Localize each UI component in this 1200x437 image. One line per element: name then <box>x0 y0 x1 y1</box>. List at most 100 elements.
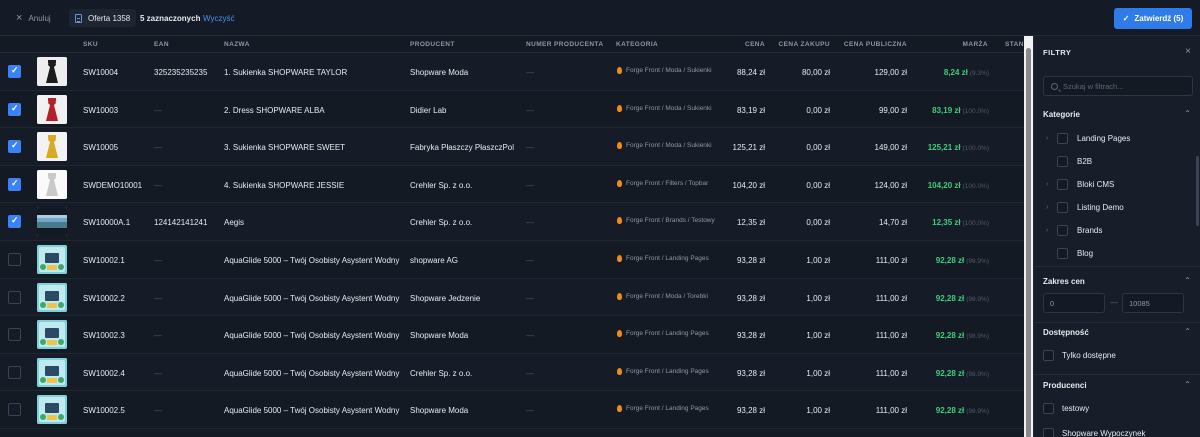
checkbox[interactable] <box>1057 178 1068 190</box>
header-producer-number[interactable]: NUMER PRODUCENTA <box>526 41 603 48</box>
filter-search-input[interactable]: Szukaj w filtrach... <box>1043 76 1193 96</box>
cell-name[interactable]: AquaGlide 5000 – Twój Osobisty Asystent … <box>224 294 399 303</box>
availability-title[interactable]: Dostępność <box>1043 328 1089 337</box>
cell-name[interactable]: AquaGlide 5000 – Twój Osobisty Asystent … <box>224 256 399 265</box>
clear-selection-link[interactable]: Wyczyść <box>203 14 234 23</box>
checkbox[interactable] <box>1057 224 1068 236</box>
categories-title[interactable]: Kategorie <box>1043 110 1080 119</box>
cell-name[interactable]: 1. Sukienka SHOPWARE TAYLOR <box>224 68 347 77</box>
flame-icon <box>617 142 622 150</box>
range-separator: — <box>1110 298 1118 307</box>
producers-title[interactable]: Producenci <box>1043 381 1087 390</box>
checkbox[interactable] <box>1043 403 1054 414</box>
category-path: Forge Front / Landing Pages <box>626 367 709 375</box>
cell-name[interactable]: AquaGlide 5000 – Twój Osobisty Asystent … <box>224 369 399 378</box>
close-filters-icon[interactable]: × <box>1185 46 1191 57</box>
category-path: Forge Front / Moda / Sukienki <box>626 142 712 150</box>
table-row[interactable]: SW10003 — 2. Dress SHOPWARE ALBA Didier … <box>0 90 1024 129</box>
row-checkbox[interactable] <box>8 65 21 78</box>
top-bar: × Anuluj Oferta 1358 5 zaznaczonych Wycz… <box>0 0 1200 36</box>
table-scrollbar[interactable] <box>1024 36 1033 437</box>
row-checkbox[interactable] <box>8 102 21 116</box>
row-checkbox[interactable] <box>8 252 21 266</box>
header-category[interactable]: KATEGORIA <box>616 41 658 48</box>
category-filter-item[interactable]: B2B <box>1046 155 1092 167</box>
producer-option[interactable]: testowy <box>1043 403 1089 414</box>
scrollbar-thumb[interactable] <box>1196 156 1199 226</box>
table-row[interactable]: SW10002.1 — AquaGlide 5000 – Twój Osobis… <box>0 240 1024 279</box>
chevron-up-icon[interactable]: ⌃ <box>1184 327 1191 336</box>
checkbox[interactable] <box>1057 247 1068 259</box>
table-row[interactable]: SW10002.3 — AquaGlide 5000 – Twój Osobis… <box>0 316 1024 354</box>
row-checkbox[interactable] <box>8 290 21 304</box>
close-icon: × <box>16 11 23 24</box>
scrollbar-thumb[interactable] <box>1026 48 1031 437</box>
price-range-title[interactable]: Zakres cen <box>1043 277 1085 286</box>
header-margin[interactable]: MARŻA <box>963 41 988 48</box>
margin-percent: (100.0%) <box>962 182 989 190</box>
table-row[interactable]: SW10002.5 — AquaGlide 5000 – Twój Osobis… <box>0 391 1024 429</box>
checkbox[interactable] <box>1057 155 1068 167</box>
header-public-price[interactable]: CENA PUBLICZNA <box>844 41 907 48</box>
row-checkbox[interactable] <box>8 403 21 417</box>
price-min-input[interactable]: 0 <box>1043 293 1105 313</box>
cell-name[interactable]: 3. Sukienka SHOPWARE SWEET <box>224 143 345 152</box>
cell-name[interactable]: 2. Dress SHOPWARE ALBA <box>224 106 325 115</box>
availability-option-label: Tylko dostępne <box>1062 351 1116 360</box>
margin-value: 12,35 zł <box>932 218 961 228</box>
table-row[interactable]: SWDEMO10001 — 4. Sukienka SHOPWARE JESSI… <box>0 165 1024 204</box>
table-row[interactable]: SW10000A.1 124142141241 Aegis Crehler Sp… <box>0 203 1024 241</box>
category-filter-item[interactable]: › Bloki CMS <box>1046 178 1114 190</box>
flame-icon <box>617 179 622 187</box>
checkbox[interactable] <box>1043 428 1054 437</box>
header-name[interactable]: NAZWA <box>224 41 250 48</box>
chevron-up-icon[interactable]: ⌃ <box>1184 276 1191 285</box>
chevron-right-icon[interactable]: › <box>1046 227 1054 234</box>
table-row[interactable]: SW10004 325235235235 1. Sukienka SHOPWAR… <box>0 53 1024 91</box>
margin-value: 125,21 zł <box>927 143 961 153</box>
category-filter-item[interactable]: Blog <box>1046 247 1093 259</box>
cell-producer-number: — <box>526 68 534 77</box>
chevron-right-icon[interactable]: › <box>1046 135 1054 142</box>
cell-name[interactable]: AquaGlide 5000 – Twój Osobisty Asystent … <box>224 331 399 340</box>
chevron-right-icon[interactable]: › <box>1046 181 1054 188</box>
table-row[interactable]: SW10002.4 — AquaGlide 5000 – Twój Osobis… <box>0 353 1024 392</box>
chevron-up-icon[interactable]: ⌃ <box>1184 109 1191 118</box>
row-checkbox[interactable] <box>8 215 21 229</box>
checkbox[interactable] <box>1043 350 1054 361</box>
availability-option[interactable]: Tylko dostępne <box>1043 350 1116 361</box>
cell-purchase-price: 1,00 zł <box>806 331 830 341</box>
row-checkbox[interactable] <box>8 140 21 154</box>
checkbox[interactable] <box>1057 201 1068 213</box>
producer-option[interactable]: Shopware Wypoczynek <box>1043 428 1146 437</box>
row-checkbox[interactable] <box>8 328 21 342</box>
header-price[interactable]: CENA <box>745 41 765 48</box>
header-stan[interactable]: STAN <box>1005 41 1024 48</box>
category-filter-item[interactable]: › Listing Demo <box>1046 201 1124 213</box>
category-filter-item[interactable]: › Landing Pages <box>1046 132 1130 144</box>
checkbox[interactable] <box>1057 132 1068 144</box>
price-max-input[interactable]: 10085 <box>1122 293 1184 313</box>
category-filter-item[interactable]: › Brands <box>1046 224 1102 236</box>
header-sku[interactable]: SKU <box>83 41 98 48</box>
cell-name[interactable]: Aegis <box>224 218 244 227</box>
filters-scrollbar[interactable] <box>1195 76 1200 437</box>
header-ean[interactable]: EAN <box>154 41 169 48</box>
cancel-button[interactable]: × Anuluj <box>9 9 58 27</box>
cell-category: Forge Front / Filters / Topbar <box>617 179 708 187</box>
row-checkbox[interactable] <box>8 177 21 191</box>
chevron-right-icon[interactable]: › <box>1046 204 1054 211</box>
cell-name[interactable]: AquaGlide 5000 – Twój Osobisty Asystent … <box>224 406 399 415</box>
cell-category: Forge Front / Landing Pages <box>617 330 709 338</box>
cell-name[interactable]: 4. Sukienka SHOPWARE JESSIE <box>224 181 344 190</box>
header-purchase-price[interactable]: CENA ZAKUPU <box>779 41 830 48</box>
confirm-button[interactable]: ✓ Zatwierdź (5) <box>1114 8 1192 29</box>
row-checkbox[interactable] <box>8 365 21 379</box>
table-row[interactable]: SW10002.2 — AquaGlide 5000 – Twój Osobis… <box>0 278 1024 317</box>
chevron-up-icon[interactable]: ⌃ <box>1184 380 1191 389</box>
table-row[interactable]: SW10005 — 3. Sukienka SHOPWARE SWEET Fab… <box>0 128 1024 166</box>
header-producer[interactable]: PRODUCENT <box>410 41 455 48</box>
margin-percent: (100.0%) <box>962 145 989 153</box>
cell-ean: 325235235235 <box>154 68 208 77</box>
offer-chip[interactable]: Oferta 1358 <box>69 9 137 27</box>
